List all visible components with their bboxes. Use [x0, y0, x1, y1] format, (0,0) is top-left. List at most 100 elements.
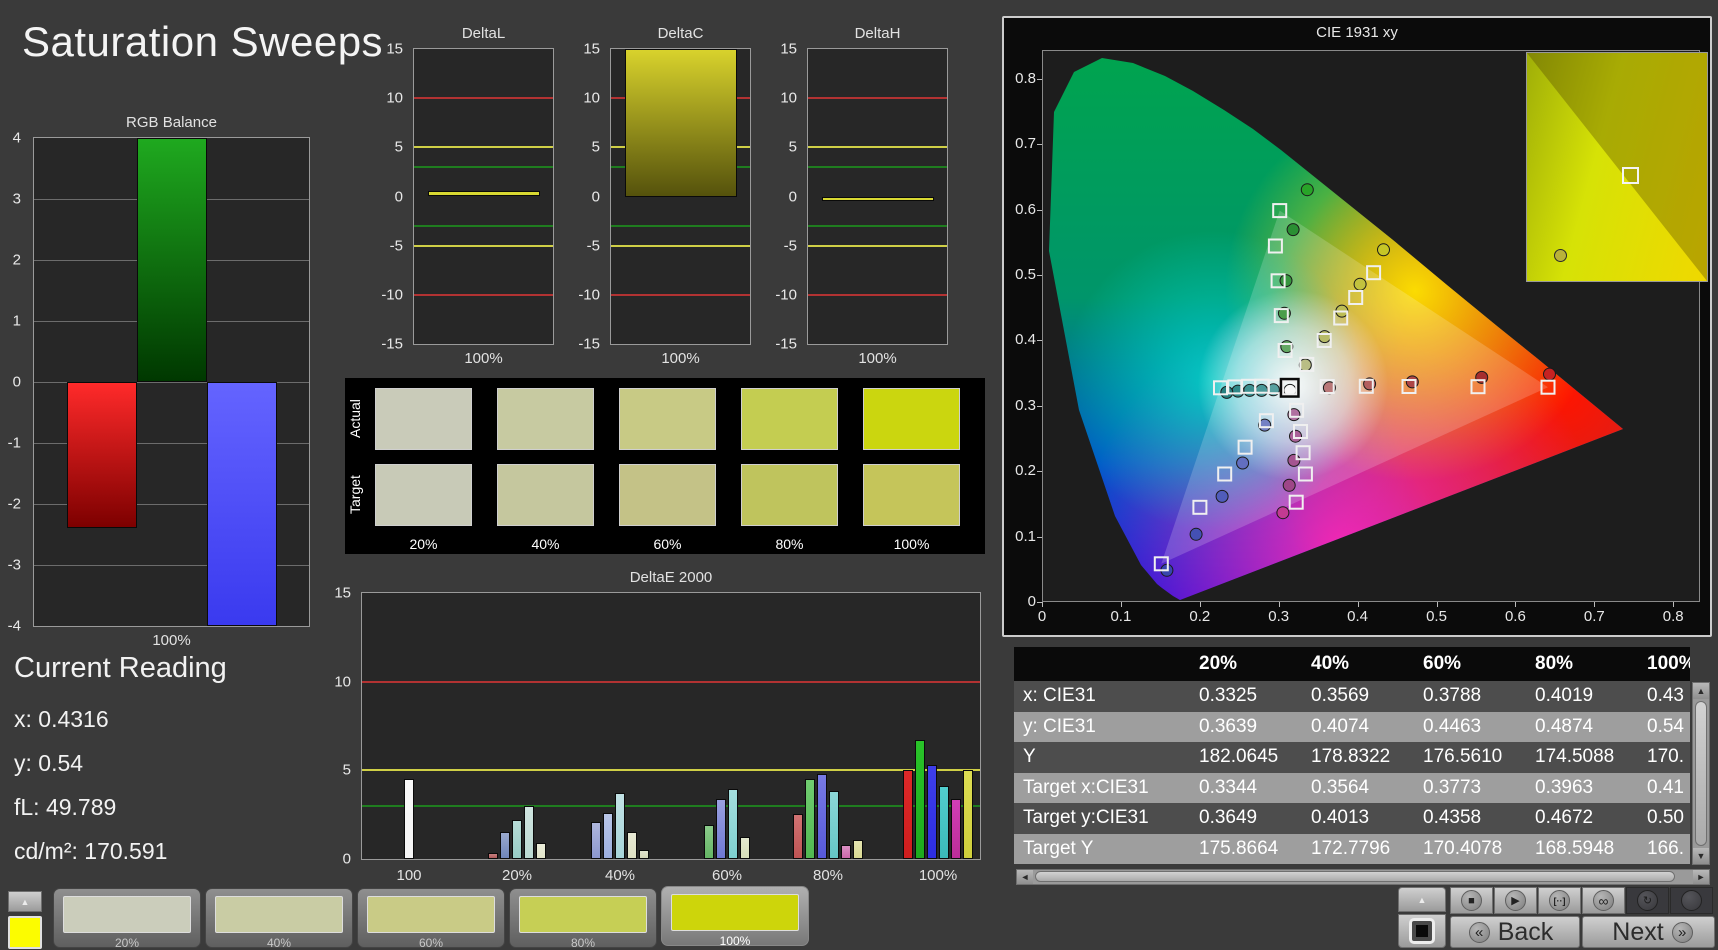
limit-line: [414, 245, 553, 247]
y-tick-label: 5: [395, 139, 410, 156]
blank-button[interactable]: [1670, 887, 1713, 914]
inset-out-of-gamut-region: [1527, 53, 1707, 281]
y-tick-label: 0: [395, 188, 410, 205]
current-reading-line: y: 0.54: [14, 750, 83, 777]
current-pattern-swatch[interactable]: [8, 916, 42, 949]
chart-title: DeltaL: [414, 25, 553, 42]
cie-zoom-inset: [1526, 52, 1708, 282]
rgb-bar-green: [137, 138, 207, 382]
table-cell: 0.50: [1638, 807, 1690, 829]
infinity-button[interactable]: ∞: [1582, 887, 1625, 914]
table-cell: 0.4013: [1302, 807, 1414, 829]
swatch-row-label: Target: [347, 464, 369, 526]
y-tick-label: -10: [578, 286, 607, 303]
delta-bar: [625, 49, 737, 197]
cie-measured-point: [1280, 275, 1292, 287]
stop-icon: ■: [1461, 890, 1482, 911]
cie-measured-point: [1287, 224, 1299, 236]
y-tick-label: -3: [8, 557, 28, 574]
pattern-tile-40%[interactable]: 40%: [205, 888, 353, 948]
limit-line: [611, 294, 750, 296]
cie-y-tick: 0.2: [1008, 462, 1036, 479]
patterns-up-arrow-button[interactable]: ▲: [8, 891, 42, 912]
y-tick-label: 10: [780, 90, 804, 107]
back-button[interactable]: «Back: [1450, 916, 1580, 948]
pattern-tile-80%[interactable]: 80%: [509, 888, 657, 948]
x-label: 100%: [808, 350, 947, 367]
scroll-thumb-vertical[interactable]: [1695, 701, 1707, 846]
deltae-bar: [728, 789, 738, 859]
bracket-icon: [··]: [1549, 890, 1570, 911]
pattern-tile-label: 80%: [510, 936, 656, 950]
pattern-tile-swatch: [519, 896, 647, 933]
table-cell: 0.4358: [1414, 807, 1526, 829]
cie-x-tickmark: [1042, 602, 1043, 607]
limit-line: [414, 97, 553, 99]
chart-title: DeltaC: [611, 25, 750, 42]
cie-x-tick: 0.3: [1259, 608, 1299, 625]
table-cell: 0.4074: [1302, 716, 1414, 738]
limit-line: [808, 225, 947, 227]
y-tick-label: -10: [381, 286, 410, 303]
cie-x-tickmark: [1594, 602, 1595, 607]
y-tick-label: 2: [13, 252, 28, 269]
cie-measured-point: [1256, 384, 1268, 396]
cie-measured-point: [1283, 479, 1295, 491]
y-tick-label: 15: [780, 41, 804, 58]
cie-x-tick: 0.8: [1653, 608, 1693, 625]
y-tick-label: 0: [592, 188, 607, 205]
scroll-down-button[interactable]: ▼: [1693, 848, 1709, 864]
deltae-bar: [793, 814, 803, 859]
table-row: Target x:CIE310.33440.35640.37730.39630.…: [1014, 773, 1690, 804]
deltae-bar: [615, 793, 625, 859]
stop-button[interactable]: ■: [1450, 887, 1493, 914]
play-icon: ▶: [1505, 890, 1526, 911]
play-button[interactable]: ▶: [1494, 887, 1537, 914]
table-cell: 175.8664: [1190, 838, 1302, 860]
deltae-bar: [512, 820, 522, 859]
table-vertical-scrollbar[interactable]: ▲▼: [1692, 682, 1710, 865]
cie-x-tickmark: [1358, 602, 1359, 607]
cie-measured-point: [1290, 430, 1302, 442]
swatch-actual-80%: [741, 388, 838, 450]
bracket-button[interactable]: [··]: [1538, 887, 1581, 914]
cie-x-tickmark: [1437, 602, 1438, 607]
current-reading-line: cd/m²: 170.591: [14, 838, 167, 865]
limit-line: [414, 294, 553, 296]
pattern-tile-label: 60%: [358, 936, 504, 950]
limit-line: [414, 166, 553, 168]
display-pattern-button[interactable]: [1398, 914, 1446, 948]
scroll-right-button[interactable]: ►: [1693, 870, 1709, 884]
y-tick-label: 10: [386, 90, 410, 107]
swatch-actual-100%: [863, 388, 960, 450]
pattern-tile-60%[interactable]: 60%: [357, 888, 505, 948]
pattern-window-icon: [1409, 918, 1435, 944]
table-header-cell: 20%: [1190, 653, 1302, 675]
scroll-up-button[interactable]: ▲: [1693, 683, 1709, 699]
pattern-tile-20%[interactable]: 20%: [53, 888, 201, 948]
scroll-left-button[interactable]: ◄: [1017, 870, 1033, 884]
cie-x-tick: 0.6: [1495, 608, 1535, 625]
deltae-bar: [603, 813, 613, 859]
pattern-tile-swatch: [215, 896, 343, 933]
deltae-x-label: 40%: [580, 867, 660, 884]
limit-line: [362, 769, 980, 771]
y-tick-label: -5: [390, 237, 410, 254]
table-cell: 0.3325: [1190, 685, 1302, 707]
scroll-thumb-horizontal[interactable]: [1035, 871, 1675, 882]
limit-line: [808, 245, 947, 247]
swatch-col-label: 60%: [619, 536, 716, 552]
refresh-button[interactable]: ↻: [1626, 887, 1669, 914]
pattern-tile-label: 40%: [206, 936, 352, 950]
table-cell: 0.3963: [1526, 777, 1638, 799]
meter-up-arrow-button[interactable]: ▲: [1398, 887, 1446, 912]
pattern-window-inner-square: [1416, 925, 1428, 937]
table-row: Target Y175.8664172.7796170.4078168.5948…: [1014, 834, 1690, 865]
cie-y-tick: 0.5: [1008, 266, 1036, 283]
next-button[interactable]: Next»: [1582, 916, 1715, 948]
y-tick-label: 5: [789, 139, 804, 156]
pattern-tile-100%[interactable]: 100%: [661, 886, 809, 946]
cie-y-tickmark: [1037, 537, 1042, 538]
table-horizontal-scrollbar[interactable]: ◄►: [1016, 869, 1710, 885]
table-header-cell: 80%: [1526, 653, 1638, 675]
